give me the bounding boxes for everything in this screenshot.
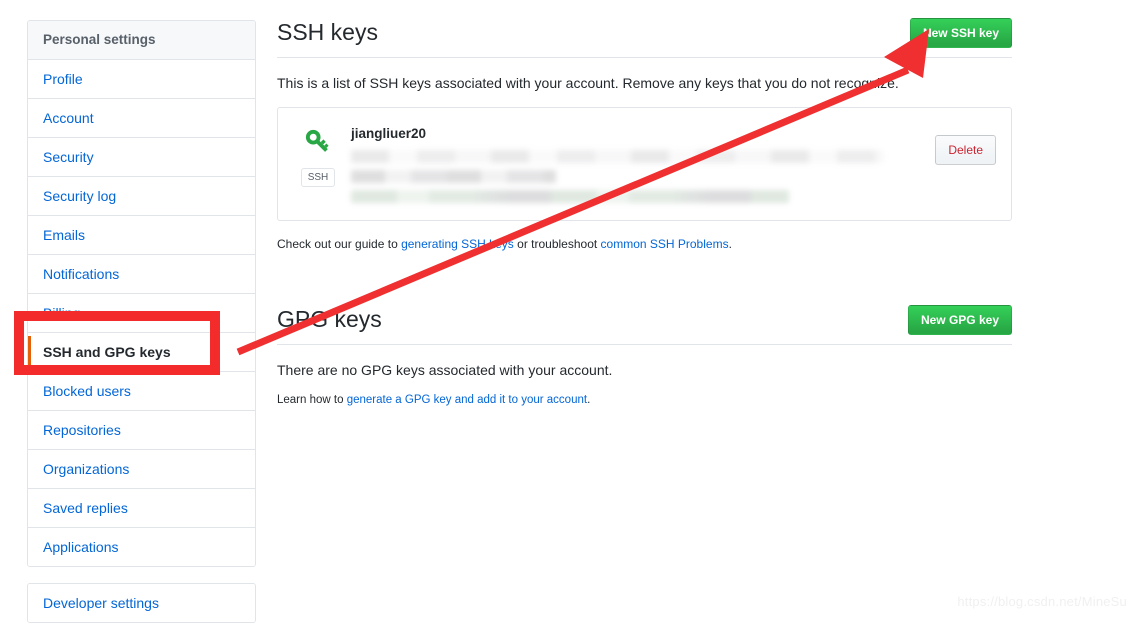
sidebar-item-profile[interactable]: Profile [28,60,255,99]
ssh-key-meta-redacted [351,170,556,183]
sidebar-item-account[interactable]: Account [28,99,255,138]
ssh-key-lastused-redacted [351,190,789,203]
sidebar-item-organizations[interactable]: Organizations [28,450,255,489]
ssh-type-badge: SSH [300,168,336,187]
ssh-key-details: jiangliuer20 [343,123,935,203]
ssh-help-suffix: . [728,237,732,251]
ssh-help-middle: or troubleshoot [513,237,601,251]
gpg-help-text: Learn how to generate a GPG key and add … [277,391,1012,409]
sidebar-item-billing[interactable]: Billing [28,294,255,333]
watermark-text: https://blog.csdn.net/MineSu [957,594,1127,609]
ssh-section-header: SSH keys New SSH key [277,18,1012,58]
ssh-keys-section: SSH keys New SSH key This is a list of S… [277,18,1012,253]
sidebar-item-emails[interactable]: Emails [28,216,255,255]
sidebar-item-repositories[interactable]: Repositories [28,411,255,450]
settings-sidebar: Personal settings Profile Account Securi… [27,20,256,623]
sidebar-header: Personal settings [28,21,255,60]
ssh-key-actions: Delete [935,123,996,165]
ssh-key-list-item: SSH jiangliuer20 Delete [277,107,1012,221]
gpg-keys-section: GPG keys New GPG key There are no GPG ke… [277,305,1012,409]
gpg-help-suffix: . [587,394,591,406]
gpg-page-title: GPG keys [277,306,382,332]
ssh-key-title[interactable]: jiangliuer20 [351,125,935,143]
sidebar-item-saved-replies[interactable]: Saved replies [28,489,255,528]
key-icon [303,127,333,162]
sidebar-item-blocked-users[interactable]: Blocked users [28,372,255,411]
ssh-help-prefix: Check out our guide to [277,237,402,251]
sidebar-item-notifications[interactable]: Notifications [28,255,255,294]
ssh-page-title: SSH keys [277,19,378,45]
generate-gpg-key-link[interactable]: generate a GPG key and add it to your ac… [347,394,587,406]
ssh-key-icon-column: SSH [293,123,343,187]
new-ssh-key-button[interactable]: New SSH key [909,18,1012,48]
main-content: SSH keys New SSH key This is a list of S… [277,18,1012,409]
delete-ssh-key-button[interactable]: Delete [935,135,996,165]
sidebar-nav-list: Personal settings Profile Account Securi… [27,20,256,567]
gpg-help-prefix: Learn how to [277,394,347,406]
ssh-help-text: Check out our guide to generating SSH ke… [277,235,1012,253]
gpg-empty-message: There are no GPG keys associated with yo… [277,362,613,378]
sidebar-item-ssh-and-gpg-keys[interactable]: SSH and GPG keys [28,333,255,372]
developer-settings-box: Developer settings [27,583,256,623]
gpg-section-header: GPG keys New GPG key [277,305,1012,345]
new-gpg-key-button[interactable]: New GPG key [907,305,1012,335]
sidebar-item-security-log[interactable]: Security log [28,177,255,216]
ssh-section-description: This is a list of SSH keys associated wi… [277,75,899,91]
sidebar-item-developer-settings[interactable]: Developer settings [28,584,255,622]
sidebar-item-security[interactable]: Security [28,138,255,177]
sidebar-item-applications[interactable]: Applications [28,528,255,566]
common-ssh-problems-link[interactable]: common SSH Problems [601,237,729,251]
ssh-key-fingerprint-redacted [351,150,883,163]
generating-ssh-keys-link[interactable]: generating SSH keys [401,237,514,251]
